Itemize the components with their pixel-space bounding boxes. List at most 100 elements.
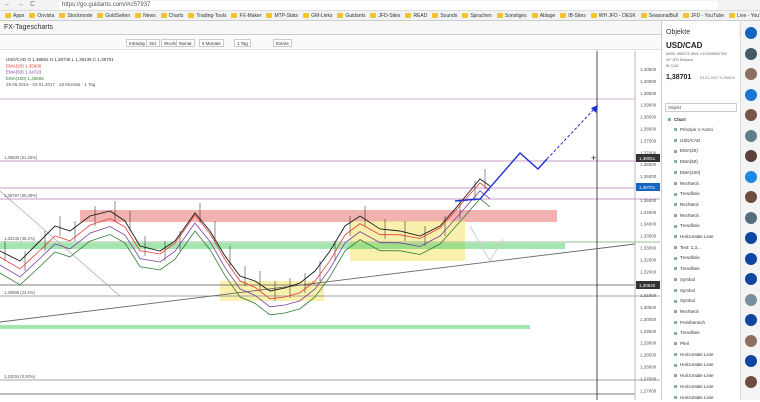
sidebar-avatar-icon[interactable] (745, 334, 757, 347)
object-icon (674, 288, 677, 292)
y-tick-label: 1,27000 (640, 388, 657, 393)
bookmark-item[interactable]: WH JFD - DESK (590, 11, 636, 20)
object-list-item[interactable]: Trendlinie (674, 191, 700, 196)
bookmark-label: MTP-Stats (274, 13, 299, 19)
url-input[interactable]: https://go.guidants.com/#c/57937 (58, 1, 718, 10)
object-icon (674, 310, 677, 314)
object-list-item[interactable]: EMA(100) (674, 170, 700, 175)
object-label: Prinzipe V Anzei (680, 127, 713, 132)
resistance-zone[interactable] (80, 210, 557, 222)
object-list-item[interactable]: USD/CAD (674, 138, 700, 143)
object-list-item[interactable]: Pfeil (674, 341, 689, 346)
folder-icon (682, 13, 689, 19)
panel-price: 1,38701 (666, 74, 692, 81)
object-list-item[interactable]: Horizontale Linie (674, 395, 714, 400)
bookmark-item[interactable]: Apps (5, 11, 24, 20)
forecast-arrow[interactable] (546, 104, 599, 160)
object-list-item[interactable]: Horizontale Linie (674, 384, 714, 389)
bookmark-item[interactable]: Sonstiges (496, 11, 527, 20)
sidebar-avatar-icon[interactable] (745, 150, 757, 162)
object-search-input[interactable]: Objekt (665, 103, 737, 112)
fib-level-label: 1,24034 (0,00%) (4, 374, 36, 379)
object-icon (674, 353, 677, 356)
toolbar-button[interactable]: Intraday (126, 39, 149, 47)
sidebar-avatar-icon[interactable] (745, 273, 757, 285)
sidebar-avatar-icon[interactable] (745, 27, 757, 39)
back-icon[interactable]: ← (4, 1, 11, 8)
bookmark-item[interactable]: JFD - YouTube (682, 11, 724, 20)
object-icon (674, 320, 677, 324)
bookmark-item[interactable]: IB-Sites (560, 11, 586, 20)
bookmark-item[interactable]: Sprachen (462, 11, 492, 20)
object-list-item[interactable]: Trendlinie (674, 266, 700, 271)
bookmark-item[interactable]: Stockmode (59, 11, 92, 20)
toolbar-button[interactable]: Monat (176, 39, 195, 47)
bookmark-item[interactable]: READ (405, 11, 427, 20)
bookmark-item[interactable]: MTP-Stats (266, 11, 299, 20)
sidebar-avatar-icon[interactable] (745, 314, 757, 326)
toolbar-button[interactable]: Extras (273, 39, 292, 47)
bookmark-item[interactable]: Ablage (531, 11, 556, 20)
object-list-item[interactable]: Rechteck (674, 181, 699, 186)
forward-icon[interactable]: → (17, 1, 24, 8)
object-list-item[interactable]: Prinzipe V Anzei (674, 127, 713, 132)
bookmark-item[interactable]: Charts (160, 11, 183, 20)
object-list-item[interactable]: Symbol (674, 298, 695, 303)
object-list-item[interactable]: Rechteck (674, 202, 699, 207)
bookmark-item[interactable]: Onvista (29, 11, 54, 20)
folder-icon (59, 13, 66, 19)
bookmark-item[interactable]: JFD-Sites (370, 11, 400, 20)
reload-icon[interactable]: C (30, 1, 35, 8)
fib-green-band[interactable] (0, 325, 530, 329)
sidebar-avatar-icon[interactable] (745, 252, 757, 265)
object-list-item[interactable]: Rechteck (674, 213, 699, 218)
sidebar-avatar-icon[interactable] (745, 129, 757, 142)
sidebar-avatar-icon[interactable] (745, 88, 757, 101)
sidebar-avatar-icon[interactable] (745, 211, 757, 224)
sidebar-avatar-icon[interactable] (745, 47, 757, 60)
tree-group-chart[interactable]: Chart (668, 117, 686, 122)
object-list-item[interactable]: Symbol (674, 277, 695, 282)
bookmark-item[interactable]: FX-Maker (231, 11, 261, 20)
toolbar-button[interactable]: 1 Tag (234, 39, 251, 47)
object-list-item[interactable]: Text: 1,3... (674, 245, 701, 250)
sidebar-avatar-icon[interactable] (745, 355, 757, 367)
object-list-item[interactable]: Preisbereich (674, 320, 705, 325)
toolbar-button[interactable]: 6 Monate (199, 39, 224, 47)
sidebar-avatar-icon[interactable] (745, 109, 757, 121)
sidebar-avatar-icon[interactable] (745, 375, 757, 388)
chart-area[interactable]: +1,40500 1,40000 1,39500 1,39000 1,38500 1,38… (0, 51, 660, 400)
toolbar-button[interactable]: Std. (146, 39, 161, 47)
price-chart[interactable]: +1,40500 1,40000 1,39500 1,39000 1,38500 1,38… (0, 51, 660, 400)
object-list-item[interactable]: Horizontale Linie (674, 234, 714, 239)
bookmark-label: Guidants (345, 13, 366, 19)
bookmark-item[interactable]: SeasonalBull (640, 11, 678, 20)
sidebar-avatar-icon[interactable] (745, 293, 757, 306)
object-list-item[interactable]: Horizontale Linie (674, 373, 714, 378)
bookmark-item[interactable]: Guidants (337, 11, 366, 20)
object-list-item[interactable]: Trendlinie (674, 223, 700, 228)
object-list-item[interactable]: Rechteck (674, 309, 699, 314)
bookmark-item[interactable]: Sounds (432, 11, 457, 20)
bookmark-item[interactable]: GM-Links (303, 11, 332, 20)
trendline[interactable] (0, 243, 636, 323)
bookmark-item[interactable]: GoldSeiten (97, 11, 130, 20)
bookmark-item[interactable]: News (135, 11, 156, 20)
bookmark-item[interactable]: Live - YouTube (729, 11, 760, 20)
object-label: Horizontale Linie (680, 373, 714, 379)
object-list-item[interactable]: Horizontale Linie (674, 352, 714, 357)
object-list-item[interactable]: Symbol (674, 288, 695, 293)
bookmark-item[interactable]: Trading-Tools (188, 11, 226, 20)
sidebar-avatar-icon[interactable] (745, 170, 757, 183)
object-list-item[interactable]: EMA(50) (674, 159, 698, 164)
object-list-item[interactable]: Trendlinie (674, 330, 700, 335)
object-list-item[interactable]: Horizontale Linie (674, 362, 714, 367)
object-list-item[interactable]: EMA(20) (674, 148, 698, 153)
sidebar-avatar-icon[interactable] (745, 191, 757, 203)
sidebar-avatar-icon[interactable] (745, 232, 757, 244)
object-label: Trendlinie (680, 255, 700, 261)
sidebar-avatar-icon[interactable] (745, 68, 757, 80)
object-list-item[interactable]: Trendlinie (674, 255, 700, 260)
forecast-path[interactable] (454, 152, 548, 202)
bookmark-label: Ablage (539, 13, 556, 19)
